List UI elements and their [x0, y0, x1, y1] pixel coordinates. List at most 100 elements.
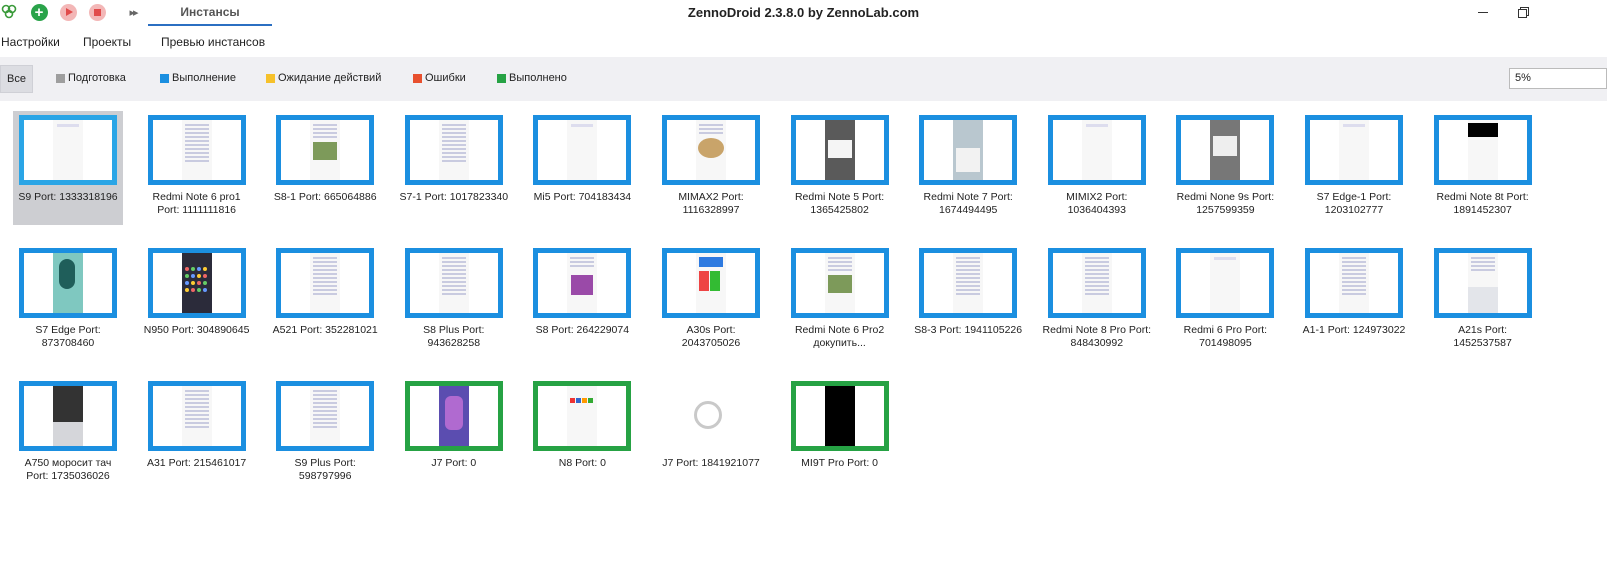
instance-card[interactable]: S8 Plus Port: 943628258 [399, 244, 509, 358]
instance-card[interactable]: Redmi Note 6 pro1 Port: 1111111816 [142, 111, 252, 225]
instance-preview[interactable] [790, 381, 889, 451]
phone-screen [1339, 253, 1369, 313]
phone-screen [824, 253, 855, 313]
instance-label: Redmi Note 8 Pro Port: 848430992 [1042, 324, 1152, 349]
instance-card[interactable]: S8-1 Port: 665064886 [270, 111, 380, 225]
instance-card[interactable]: A30s Port: 2043705026 [656, 244, 766, 358]
instance-preview[interactable] [1433, 115, 1532, 185]
instance-card[interactable]: S8-3 Port: 1941105226 [913, 244, 1023, 358]
instance-card[interactable]: S7 Edge Port: 873708460 [13, 244, 123, 358]
instance-preview[interactable] [533, 248, 632, 318]
instance-preview[interactable] [276, 381, 375, 451]
instance-card[interactable]: MI9T Pro Port: 0 [785, 377, 895, 491]
instance-preview[interactable] [19, 381, 117, 451]
instance-preview[interactable] [533, 115, 632, 185]
instance-card[interactable]: S7-1 Port: 1017823340 [399, 111, 509, 225]
menu-projects[interactable]: Проекты [83, 35, 131, 49]
filter-running[interactable]: Выполнение [160, 72, 236, 84]
menu-settings[interactable]: Настройки [1, 35, 60, 49]
instance-preview[interactable] [662, 248, 760, 318]
instance-preview[interactable] [1305, 115, 1403, 185]
tab-instances[interactable]: Инстансы [148, 0, 272, 26]
instance-label: Redmi 6 Pro Port: 701498095 [1183, 324, 1268, 349]
zoom-input[interactable]: 5% [1509, 68, 1607, 89]
instance-card[interactable]: N8 Port: 0 [527, 377, 637, 491]
instance-card[interactable]: A31 Port: 215461017 [142, 377, 252, 491]
instance-label: A750 моросит тач Port: 1735036026 [24, 457, 112, 482]
instance-card[interactable]: S9 Plus Port: 598797996 [270, 377, 380, 491]
instance-card[interactable]: MIMAX2 Port: 1116328997 [656, 111, 766, 225]
instance-preview[interactable] [1176, 248, 1275, 318]
instance-preview[interactable] [276, 115, 375, 185]
phone-screen [181, 253, 212, 313]
instance-preview[interactable] [404, 115, 503, 185]
filter-preparing[interactable]: Подготовка [56, 72, 126, 84]
add-instance-button[interactable]: + [30, 3, 48, 21]
instance-preview[interactable] [533, 381, 632, 451]
instance-card[interactable]: Redmi None 9s Port: 1257599359 [1170, 111, 1280, 225]
phone-screen [310, 386, 341, 446]
instance-preview[interactable] [276, 248, 375, 318]
filter-waiting[interactable]: Ожидание действий [266, 72, 381, 84]
start-button[interactable] [59, 3, 77, 21]
instance-card[interactable]: S9 Port: 1333318196 [13, 111, 123, 225]
instance-card[interactable]: A521 Port: 352281021 [270, 244, 380, 358]
instance-preview[interactable] [790, 248, 889, 318]
phone-screen [53, 120, 83, 180]
instance-preview[interactable] [790, 115, 889, 185]
instance-preview[interactable] [19, 248, 117, 318]
instance-label: A30s Port: 2043705026 [681, 324, 741, 349]
phone-screen [438, 120, 469, 180]
instance-preview[interactable] [919, 115, 1018, 185]
instance-label: Redmi Note 7 Port: 1674494495 [923, 191, 1013, 216]
instance-card[interactable]: Redmi Note 8t Port: 1891452307 [1428, 111, 1538, 225]
instance-label: S9 Plus Port: 598797996 [294, 457, 356, 482]
minimize-button[interactable] [1472, 0, 1498, 24]
phone-screen [310, 253, 341, 313]
instance-preview[interactable] [1047, 248, 1146, 318]
instance-label: Redmi Note 8t Port: 1891452307 [1436, 191, 1529, 216]
instance-preview[interactable] [404, 248, 503, 318]
instance-preview[interactable] [919, 248, 1018, 318]
instance-card[interactable]: Redmi Note 5 Port: 1365425802 [785, 111, 895, 225]
instance-label: MIMAX2 Port: 1116328997 [678, 191, 744, 216]
instance-preview[interactable] [1176, 115, 1275, 185]
fast-forward-button[interactable]: ▸▸ [124, 3, 142, 21]
instance-card[interactable]: Redmi Note 8 Pro Port: 848430992 [1042, 244, 1152, 358]
instance-card[interactable]: Redmi Note 7 Port: 1674494495 [913, 111, 1023, 225]
instance-preview[interactable] [1305, 248, 1403, 318]
instance-preview[interactable] [147, 381, 246, 451]
filter-done[interactable]: Выполнено [497, 72, 567, 84]
instance-card[interactable]: A750 моросит тач Port: 1735036026 [13, 377, 123, 491]
filter-errors[interactable]: Ошибки [413, 72, 466, 84]
instance-preview[interactable] [19, 115, 117, 185]
title-bar: + ▸▸ Инстансы ZennoDroid 2.3.8.0 by Zenn… [0, 0, 1607, 26]
instance-card[interactable]: Redmi 6 Pro Port: 701498095 [1170, 244, 1280, 358]
instance-card[interactable]: S7 Edge-1 Port: 1203102777 [1299, 111, 1409, 225]
instance-label: Redmi None 9s Port: 1257599359 [1176, 191, 1275, 216]
instance-preview[interactable] [1047, 115, 1146, 185]
instance-card[interactable]: A21s Port: 1452537587 [1428, 244, 1538, 358]
instance-card[interactable]: N950 Port: 304890645 [142, 244, 252, 358]
restore-button[interactable] [1512, 0, 1538, 24]
instance-card[interactable]: S8 Port: 264229074 [527, 244, 637, 358]
phone-screen [53, 253, 83, 313]
instance-preview[interactable] [147, 248, 246, 318]
filter-all-button[interactable]: Все [0, 65, 33, 93]
plus-icon: + [30, 3, 48, 21]
instance-card[interactable]: Mi5 Port: 704183434 [527, 111, 637, 225]
instance-card[interactable]: A1-1 Port: 124973022 [1299, 244, 1409, 358]
instance-card[interactable]: J7 Port: 0 [399, 377, 509, 491]
stop-button[interactable] [88, 3, 106, 21]
instance-preview[interactable] [662, 115, 760, 185]
menu-instance-preview[interactable]: Превью инстансов [161, 35, 265, 49]
instance-preview[interactable] [147, 115, 246, 185]
status-swatch [413, 73, 422, 83]
instance-card[interactable]: Redmi Note 6 Pro2 докупить... [785, 244, 895, 358]
instance-preview[interactable] [1433, 248, 1532, 318]
instance-label: MIMIX2 Port: 1036404393 [1066, 191, 1128, 216]
instance-card[interactable]: MIMIX2 Port: 1036404393 [1042, 111, 1152, 225]
instance-card[interactable]: J7 Port: 1841921077 [656, 377, 766, 491]
zennodroid-logo-icon [0, 3, 18, 21]
instance-preview[interactable] [404, 381, 503, 451]
